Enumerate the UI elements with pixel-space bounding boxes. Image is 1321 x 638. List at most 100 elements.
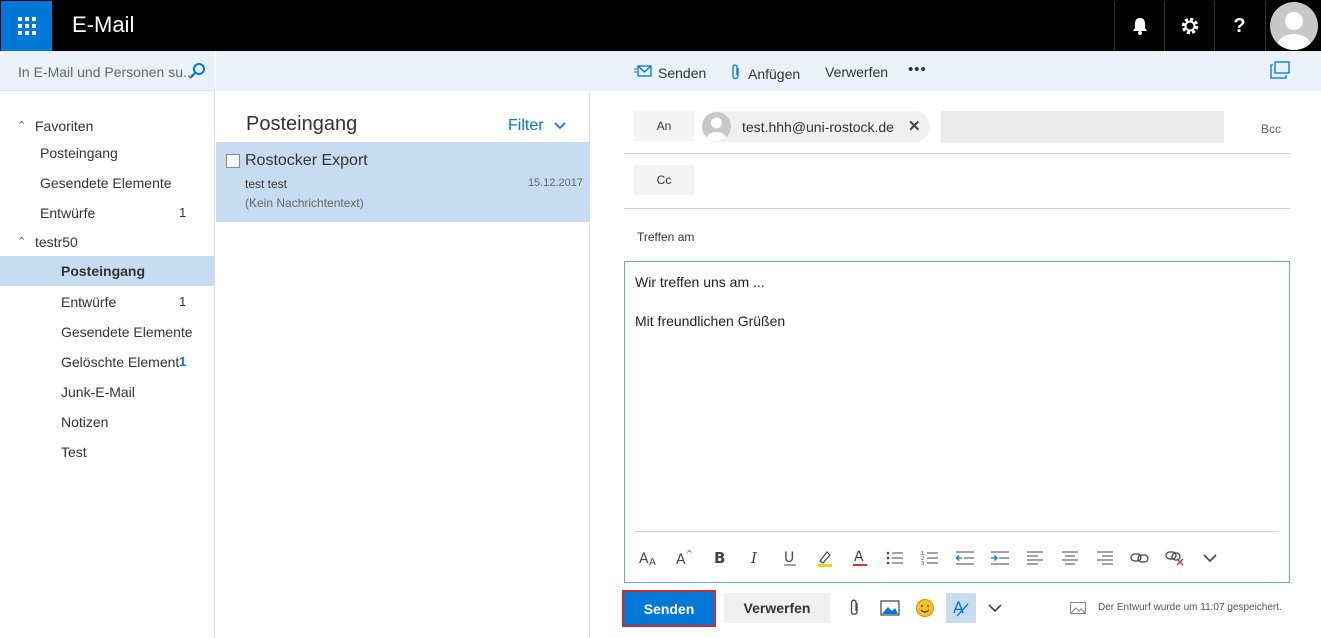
folder-test[interactable]: Test <box>0 437 214 467</box>
folder-junk-e-mail[interactable]: Junk-E-Mail <box>0 377 214 407</box>
folder-notizen[interactable]: Notizen <box>0 407 214 437</box>
attach-command-label: Anfügen <box>748 65 801 82</box>
to-input[interactable] <box>941 111 1224 143</box>
cc-button[interactable]: Cc <box>634 165 694 195</box>
align-left-icon[interactable] <box>1022 546 1048 570</box>
folder-posteingang-selected[interactable]: Posteingang <box>0 256 214 286</box>
discard-command-label: Verwerfen <box>825 64 889 80</box>
message-preview: (Kein Nachrichtentext) <box>245 196 364 210</box>
svg-text:A: A <box>649 557 656 566</box>
search-icon[interactable] <box>188 62 206 85</box>
folder-pane: ⌃ Favoriten Posteingang Gesendete Elemen… <box>0 91 215 638</box>
send-command[interactable]: Senden <box>634 64 706 81</box>
bcc-link[interactable]: Bcc <box>1261 122 1281 136</box>
group-label: testr50 <box>35 234 78 250</box>
grow-font-icon[interactable]: A ^ <box>671 546 697 570</box>
collapse-icon[interactable]: ⌃ <box>17 119 26 132</box>
remove-link-icon[interactable] <box>1162 546 1188 570</box>
draft-saved-status: Der Entwurf wurde um 11:07 gespeichert. <box>1098 602 1282 613</box>
svg-text:A: A <box>639 551 649 566</box>
font-color-icon[interactable]: A <box>847 546 873 570</box>
search-box[interactable]: In E-Mail und Personen su... <box>0 51 215 91</box>
decrease-indent-icon[interactable] <box>952 546 978 570</box>
message-sender: test test <box>245 177 288 191</box>
unread-count: 1 <box>179 205 187 220</box>
divider <box>635 531 1279 532</box>
body-line: Mit freundlichen Grüßen <box>635 313 786 329</box>
insert-picture-icon[interactable] <box>877 595 903 621</box>
font-size-icon[interactable]: AA <box>636 546 662 570</box>
format-toggle-icon[interactable]: A <box>946 593 976 623</box>
group-favoriten[interactable]: ⌃ Favoriten <box>0 111 214 141</box>
collapse-icon[interactable]: ⌃ <box>17 235 26 248</box>
folder-label: Junk-E-Mail <box>61 384 135 400</box>
chevron-down-icon[interactable] <box>982 595 1008 621</box>
folder-gesendete-elemente[interactable]: Gesendete Elemente <box>0 317 214 347</box>
paperclip-icon <box>730 64 742 83</box>
svg-text:U: U <box>784 550 794 566</box>
svg-text:I: I <box>750 550 758 566</box>
send-button[interactable]: Senden <box>622 590 716 627</box>
numbering-icon[interactable]: 123 <box>917 546 943 570</box>
group-testr50[interactable]: ⌃ testr50 <box>0 227 214 257</box>
folder-label: Gesendete Elemente <box>40 175 172 191</box>
recipient-chip[interactable]: test.hhh@uni-rostock.de ✕ <box>702 111 930 142</box>
highlight-icon[interactable] <box>812 546 838 570</box>
svg-text:A: A <box>854 549 864 565</box>
insert-link-icon[interactable] <box>1127 546 1153 570</box>
folder-label: Posteingang <box>40 145 118 161</box>
folder-label: Entwürfe <box>61 294 117 310</box>
subject-field[interactable]: Treffen am <box>637 230 694 244</box>
body-line: Wir treffen uns am ... <box>635 274 765 290</box>
align-center-icon[interactable] <box>1057 546 1083 570</box>
chevron-down-icon <box>548 117 566 134</box>
message-date: 15.12.2017 <box>527 177 583 189</box>
discard-button[interactable]: Verwerfen <box>724 593 830 623</box>
svg-text:A: A <box>676 552 686 566</box>
gear-icon[interactable] <box>1164 1 1214 51</box>
folder-label: Entwürfe <box>40 205 96 221</box>
emoji-icon[interactable] <box>912 595 938 621</box>
attach-command[interactable]: Anfügen <box>730 64 800 83</box>
waffle-icon[interactable] <box>1 1 52 51</box>
recipient-address: test.hhh@uni-rostock.de <box>742 119 894 135</box>
underline-icon[interactable]: U <box>777 546 803 570</box>
search-input[interactable]: In E-Mail und Personen su... <box>18 64 195 80</box>
folder-label: Notizen <box>61 414 109 430</box>
more-commands-icon[interactable]: ••• <box>908 61 927 78</box>
bold-icon[interactable]: B <box>707 546 733 570</box>
folder-entwuerfe[interactable]: Entwürfe 1 <box>0 198 214 228</box>
unread-count: 1 <box>179 354 187 369</box>
italic-icon[interactable]: I <box>742 546 768 570</box>
avatar-icon[interactable] <box>1265 1 1321 51</box>
more-formatting-icon[interactable] <box>1197 546 1223 570</box>
folder-gesendete-elemente[interactable]: Gesendete Elemente <box>0 168 214 198</box>
folder-label: Gesendete Elemente <box>61 324 193 340</box>
filter-label: Filter <box>508 117 544 134</box>
group-label: Favoriten <box>35 118 94 134</box>
send-command-label: Senden <box>658 64 707 81</box>
message-body-editor[interactable]: Wir treffen uns am ... Mit freundlichen … <box>624 261 1290 583</box>
message-list: Posteingang Filter Rostocker Export test… <box>216 91 590 638</box>
folder-geloeschte-elemente[interactable]: Gelöschte Element 1 <box>0 347 214 377</box>
filter-button[interactable]: Filter <box>508 117 566 135</box>
close-icon[interactable]: ✕ <box>908 117 921 135</box>
folder-posteingang[interactable]: Posteingang <box>0 138 214 168</box>
list-title: Posteingang <box>246 113 358 135</box>
message-item[interactable]: Rostocker Export test test 15.12.2017 (K… <box>216 142 590 222</box>
svg-text:^: ^ <box>686 550 693 558</box>
increase-indent-icon[interactable] <box>987 546 1013 570</box>
paperclip-icon[interactable] <box>842 595 868 621</box>
divider <box>624 208 1290 209</box>
popout-icon[interactable] <box>1270 61 1290 79</box>
unread-count: 1 <box>179 294 187 309</box>
align-right-icon[interactable] <box>1092 546 1118 570</box>
folder-entwuerfe[interactable]: Entwürfe 1 <box>0 287 214 317</box>
to-button[interactable]: An <box>634 111 694 141</box>
bullets-icon[interactable] <box>882 546 908 570</box>
message-checkbox[interactable] <box>226 154 240 168</box>
avatar <box>702 112 731 141</box>
discard-command[interactable]: Verwerfen <box>825 64 888 80</box>
bell-icon[interactable] <box>1114 1 1164 51</box>
help-icon[interactable]: ? <box>1214 1 1264 51</box>
